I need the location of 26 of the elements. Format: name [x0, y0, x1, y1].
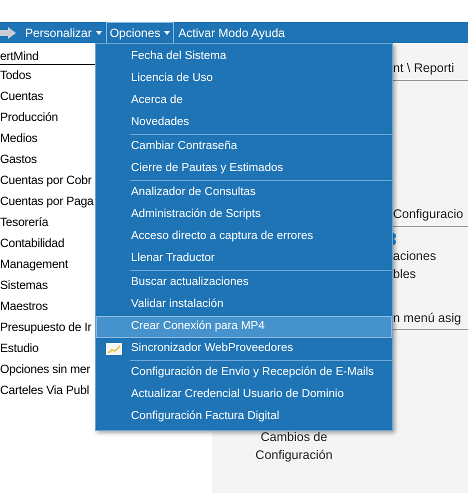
section-title: n menú asig: [393, 310, 462, 324]
menu-item[interactable]: Validar instalación: [96, 294, 392, 316]
menu-item[interactable]: Configuración Factura Digital: [96, 406, 392, 428]
menu-item[interactable]: Llenar Traductor: [96, 248, 392, 270]
chart-icon: [106, 343, 122, 355]
menu-item[interactable]: Analizador de Consultas: [96, 182, 392, 204]
breadcrumb: nt \ Reporti: [393, 61, 454, 75]
menu-bar-item[interactable]: Activar Modo Ayuda: [174, 22, 289, 43]
tile-label[interactable]: Cambios de: [260, 428, 328, 446]
tile-label[interactable]: bles: [393, 264, 468, 282]
tile-label[interactable]: Configuración: [255, 446, 333, 464]
menu-item[interactable]: Novedades: [96, 112, 392, 134]
tile-label[interactable]: aciones: [393, 246, 468, 264]
menu-item[interactable]: Administración de Scripts: [96, 204, 392, 226]
menu-item[interactable]: Buscar actualizaciones: [96, 272, 392, 294]
menu-bar-item[interactable]: Personalizar: [21, 22, 106, 43]
menu-item[interactable]: Licencia de Uso: [96, 68, 392, 90]
menu-item[interactable]: Cambiar Contraseña: [96, 136, 392, 158]
section-title: Configuracio: [393, 206, 464, 221]
menu-item[interactable]: Acceso directo a captura de errores: [96, 226, 392, 248]
menu-item[interactable]: Actualizar Credencial Usuario de Dominio: [96, 384, 392, 406]
menu-item[interactable]: Acerca de: [96, 90, 392, 112]
arrow-icon: [0, 26, 16, 38]
menu-item[interactable]: Sincronizador WebProveedores: [96, 338, 392, 360]
menu-item[interactable]: Cierre de Pautas y Estimados: [96, 158, 392, 180]
menu-item[interactable]: Configuración de Envio y Recepción de E-Mails: [96, 362, 392, 384]
